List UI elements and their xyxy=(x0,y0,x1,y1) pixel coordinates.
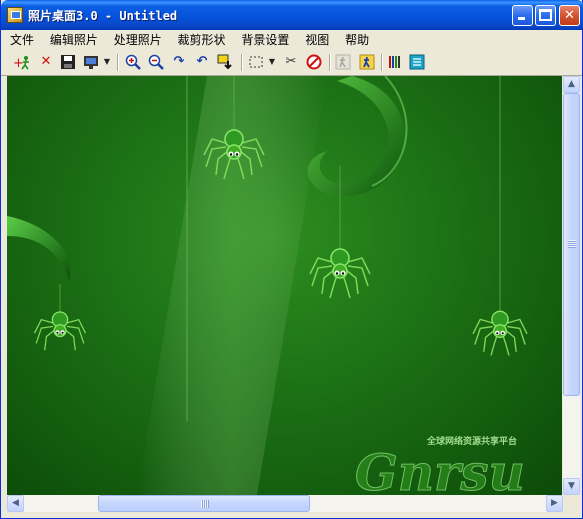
toolbar-separator xyxy=(241,54,243,71)
scroll-left-button[interactable]: ◀ xyxy=(7,495,24,512)
scroll-right-button[interactable]: ▶ xyxy=(546,495,563,512)
fit-screen-icon[interactable] xyxy=(217,54,233,70)
up-arrow-icon: ▲ xyxy=(568,79,575,89)
monitor-icon[interactable] xyxy=(83,54,99,70)
close-icon: ✕ xyxy=(564,8,575,23)
close-button[interactable]: ✕ xyxy=(559,5,580,26)
toolbar-separator xyxy=(381,54,383,71)
photo-canvas[interactable]: 全球网络资源共享平台 Gnrsu xyxy=(7,76,562,495)
walk-icon[interactable] xyxy=(335,54,351,70)
logo-text: Gnrsu xyxy=(355,443,525,495)
wallpaper-image: 全球网络资源共享平台 Gnrsu xyxy=(7,76,528,495)
maximize-icon xyxy=(539,9,552,21)
maximize-button[interactable] xyxy=(535,5,556,26)
walk-icon-2[interactable] xyxy=(359,54,375,70)
delete-icon[interactable]: ✕ xyxy=(38,54,54,70)
menu-process-photo[interactable]: 处理照片 xyxy=(108,30,168,50)
left-arrow-icon: ◀ xyxy=(12,498,19,508)
menu-bar: 文件 编辑照片 处理照片 裁剪形状 背景设置 视图 帮助 xyxy=(1,30,582,50)
selection-icon[interactable] xyxy=(248,54,264,70)
vertical-scroll-thumb[interactable] xyxy=(563,93,580,396)
window-title: 照片桌面3.0 - Untitled xyxy=(28,9,178,23)
selection-dropdown-icon[interactable]: ▼ xyxy=(267,54,277,70)
right-arrow-icon: ▶ xyxy=(551,498,558,508)
save-icon[interactable] xyxy=(60,54,76,70)
scroll-down-button[interactable]: ▼ xyxy=(563,478,580,495)
list-icon[interactable] xyxy=(409,54,425,70)
horizontal-scroll-thumb[interactable] xyxy=(98,495,310,512)
toolbar-separator xyxy=(329,54,331,71)
bars-icon[interactable] xyxy=(387,54,403,70)
menu-help[interactable]: 帮助 xyxy=(339,30,375,50)
scissors-icon[interactable]: ✂ xyxy=(283,54,299,70)
menu-edit-photo[interactable]: 编辑照片 xyxy=(44,30,104,50)
rotate-right-icon[interactable]: ↷ xyxy=(171,54,187,70)
menu-background[interactable]: 背景设置 xyxy=(235,30,295,50)
vertical-scrollbar[interactable]: ▲ ▼ xyxy=(563,76,580,495)
minimize-icon xyxy=(518,17,525,20)
rotate-left-icon[interactable]: ↶ xyxy=(194,54,210,70)
menu-file[interactable]: 文件 xyxy=(1,30,40,50)
no-icon[interactable] xyxy=(306,54,322,70)
grip-icon xyxy=(201,500,209,508)
app-icon xyxy=(7,7,23,23)
horizontal-scrollbar[interactable]: ◀ ▶ xyxy=(7,495,563,512)
minimize-button[interactable] xyxy=(512,5,533,26)
zoom-in-icon[interactable] xyxy=(125,54,141,70)
down-arrow-icon: ▼ xyxy=(568,481,575,491)
toolbar: + ✕ ▼ ↷ ↶ ▼ ✂ xyxy=(1,50,582,76)
monitor-dropdown-icon[interactable]: ▼ xyxy=(102,54,112,70)
add-photo-icon[interactable]: + xyxy=(13,54,29,71)
title-bar[interactable]: 照片桌面3.0 - Untitled ✕ xyxy=(1,0,583,30)
zoom-out-icon[interactable] xyxy=(148,54,164,70)
scroll-up-button[interactable]: ▲ xyxy=(563,76,580,93)
size-grip[interactable] xyxy=(563,495,580,512)
grip-icon xyxy=(568,240,576,248)
menu-crop-shape[interactable]: 裁剪形状 xyxy=(172,30,232,50)
menu-view[interactable]: 视图 xyxy=(299,30,335,50)
app-window: 照片桌面3.0 - Untitled ✕ 文件 编辑照片 处理照片 裁剪形状 背… xyxy=(0,0,583,519)
toolbar-separator xyxy=(117,54,119,71)
